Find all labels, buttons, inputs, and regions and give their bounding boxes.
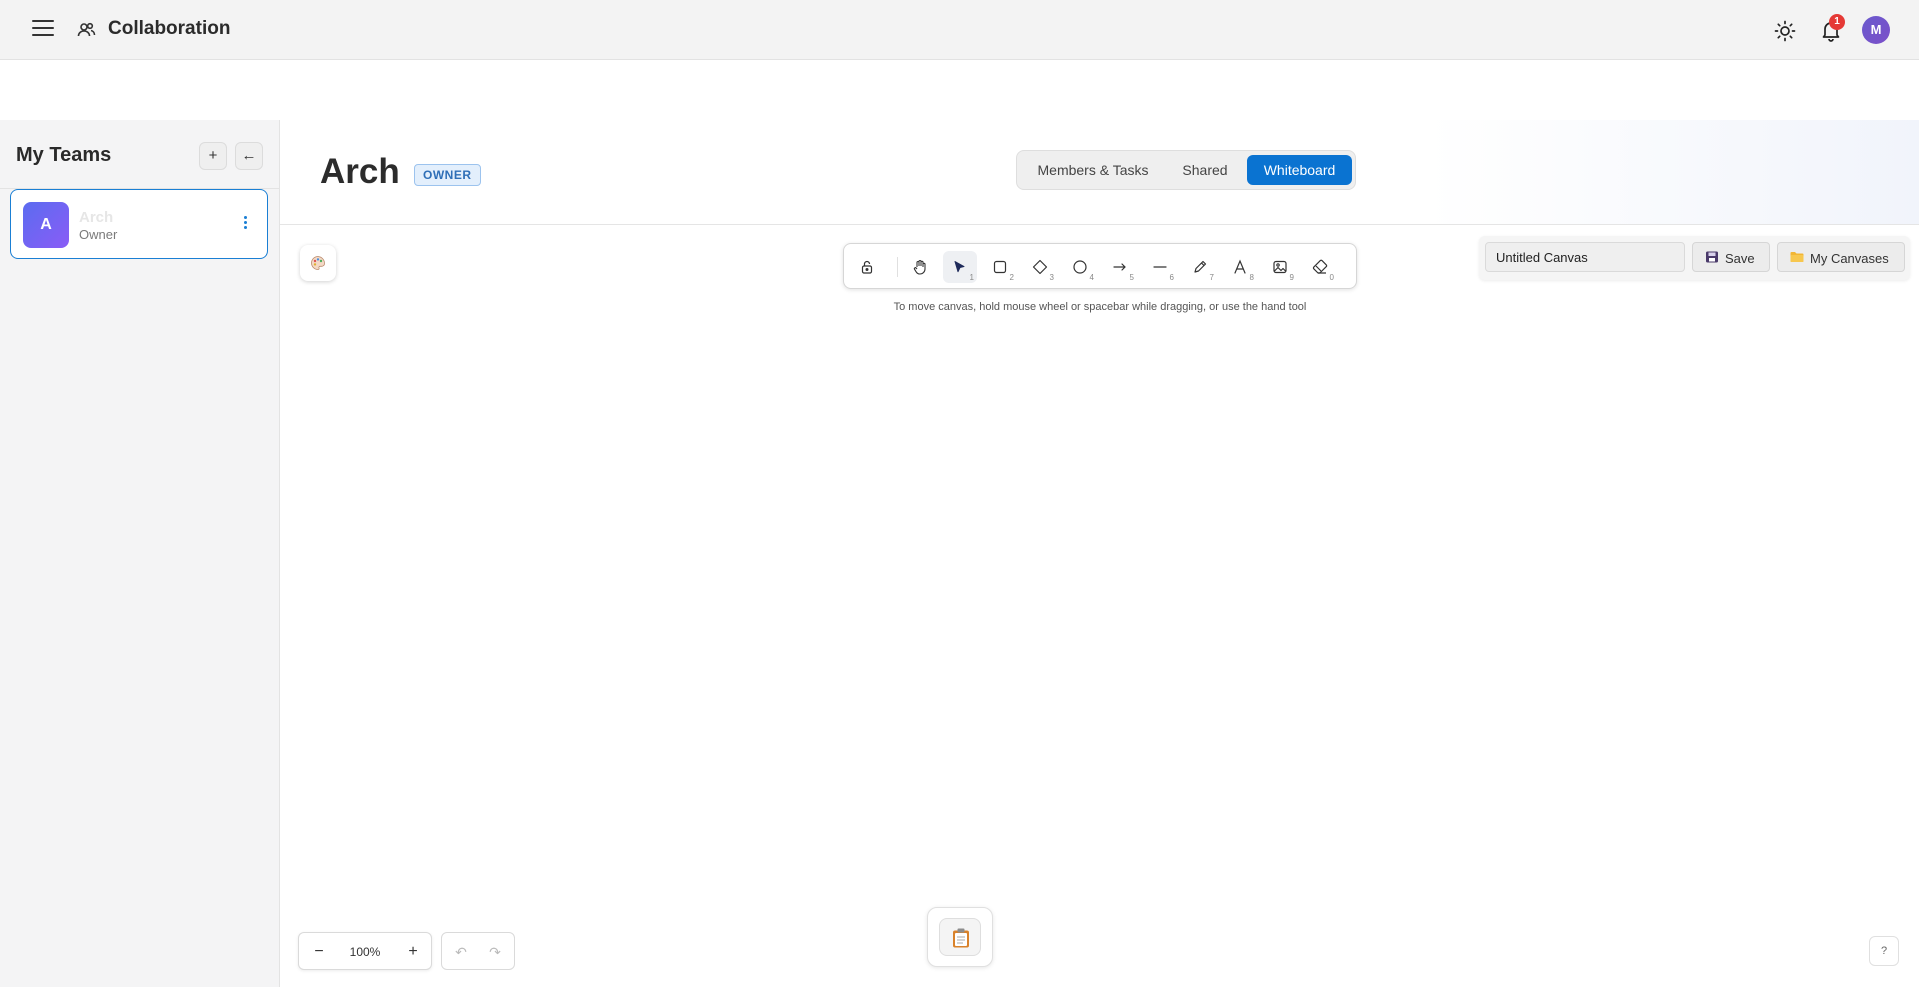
palette-icon[interactable] [300,245,336,281]
tool-line[interactable]: 6 [1143,251,1177,283]
tab-shared[interactable]: Shared [1165,155,1245,185]
history-controls: ↶ ↷ [441,932,515,970]
lock-icon [861,260,873,274]
clipboard-icon [953,928,969,948]
notification-badge: 1 [1829,14,1845,30]
drawing-toolbar: 1 2 3 4 5 6 7 8 9 0 [843,243,1357,289]
tool-eraser[interactable]: 0 [1303,251,1337,283]
app-title: Collaboration [108,18,231,39]
my-canvases-button[interactable]: My Canvases [1777,242,1905,272]
tool-key: 5 [1129,273,1134,282]
zoom-out-button[interactable]: − [305,939,333,965]
menu-icon[interactable] [32,20,54,38]
team-role: Owner [79,227,118,242]
tool-key: 8 [1249,273,1254,282]
save-button[interactable]: Save [1692,242,1770,272]
clipboard-button[interactable] [927,907,993,967]
tool-key: 3 [1049,273,1054,282]
pointer-icon [954,261,965,273]
ellipse-icon [1073,260,1087,274]
arrow-icon [1113,263,1126,271]
hand-icon [913,259,926,275]
tool-draw[interactable]: 7 [1183,251,1217,283]
top-bar: Collaboration 1 M [0,0,1919,60]
toolbar-separator [897,257,898,277]
zoom-controls: − 100% + [298,932,432,970]
eraser-icon [1312,259,1328,274]
team-item-arch[interactable]: A Arch Owner [10,189,268,259]
sidebar: My Teams + ← A Arch Owner [0,120,280,987]
tool-arrow[interactable]: 5 [1103,251,1137,283]
canvas-controls: Save My Canvases [1479,236,1910,280]
clipboard-icon-frame [939,918,981,956]
redo-button[interactable]: ↷ [480,939,510,965]
tool-hand[interactable] [903,251,937,283]
tool-key: 6 [1169,273,1174,282]
tool-key: 7 [1209,273,1214,282]
sun-icon[interactable] [1774,20,1796,42]
tool-rectangle[interactable]: 2 [983,251,1017,283]
tool-key: 1 [969,273,974,282]
tool-key: 4 [1089,273,1094,282]
page-title: Arch [320,152,400,191]
undo-button[interactable]: ↶ [446,939,476,965]
my-canvases-label: My Canvases [1810,251,1889,266]
sidebar-title: My Teams [16,144,112,166]
team-header: Arch OWNER Members & Tasks Shared Whiteb… [280,120,1919,225]
canvas-name-input[interactable] [1485,242,1685,272]
tool-diamond[interactable]: 3 [1023,251,1057,283]
floppy-disk-icon [1706,251,1718,263]
view-tabs: Members & Tasks Shared Whiteboard [1016,150,1356,190]
tool-key: 9 [1289,273,1294,282]
diamond-icon [1032,259,1048,275]
tool-key: 2 [1009,273,1014,282]
zoom-in-button[interactable]: + [399,939,427,965]
team-icon [77,22,96,37]
role-badge: OWNER [414,164,481,186]
text-icon [1234,259,1246,274]
tool-text[interactable]: 8 [1223,251,1257,283]
tool-lock[interactable] [850,251,884,283]
tool-image[interactable]: 9 [1263,251,1297,283]
canvas-hint: To move canvas, hold mouse wheel or spac… [893,301,1307,313]
save-label: Save [1725,251,1755,266]
tool-key: 0 [1329,273,1334,282]
tool-ellipse[interactable]: 4 [1063,251,1097,283]
header-strip [0,60,1919,120]
user-avatar[interactable]: M [1862,16,1890,44]
collapse-sidebar-button[interactable]: ← [235,142,263,170]
add-team-button[interactable]: + [199,142,227,170]
tab-members-tasks[interactable]: Members & Tasks [1023,155,1163,185]
pencil-icon [1194,260,1207,273]
team-name: Arch [79,209,114,226]
folder-icon [1790,252,1804,262]
zoom-level[interactable]: 100% [337,939,393,965]
tab-whiteboard[interactable]: Whiteboard [1247,155,1352,185]
team-avatar: A [23,202,69,248]
rectangle-icon [993,260,1007,274]
line-icon [1153,266,1167,268]
tool-selection[interactable]: 1 [943,251,977,283]
whiteboard-canvas[interactable]: 1 2 3 4 5 6 7 8 9 0 To move canvas, hold… [280,225,1919,987]
help-button[interactable]: ? [1869,936,1899,966]
more-options-icon[interactable] [239,214,251,234]
image-icon [1273,260,1287,274]
